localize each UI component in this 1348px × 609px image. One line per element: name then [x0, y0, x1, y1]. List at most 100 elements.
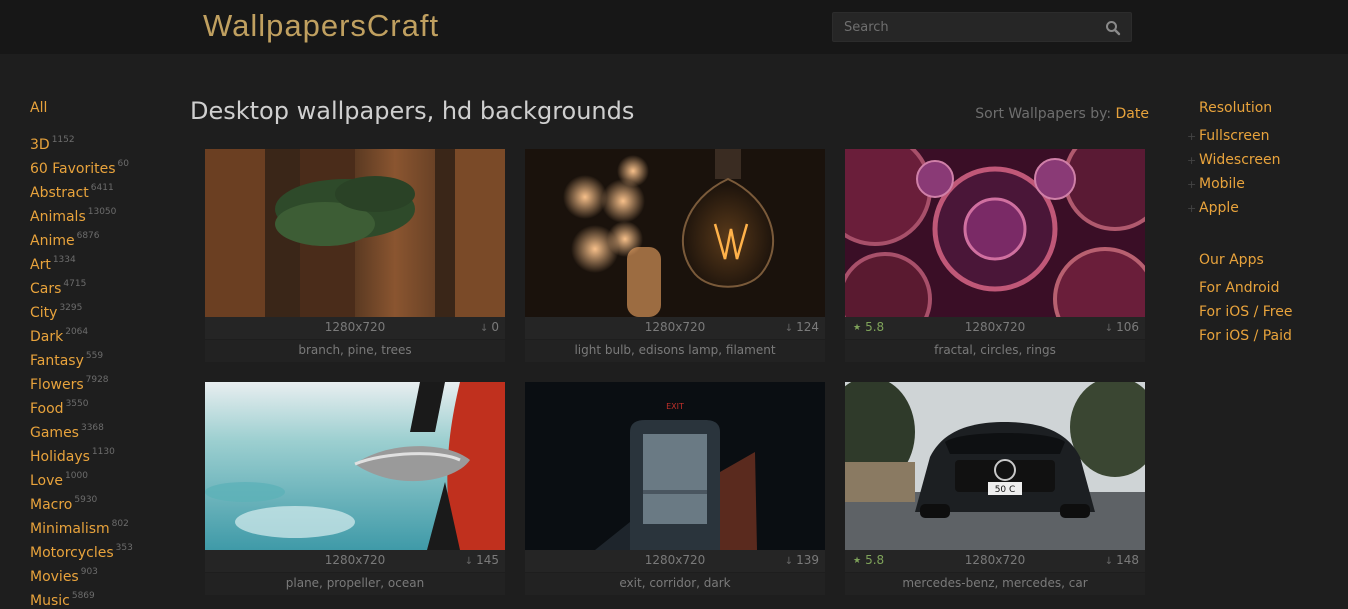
category-label[interactable]: Minimalism: [30, 521, 110, 537]
resolution-link[interactable]: Widescreen: [1199, 152, 1280, 168]
download-icon: ↓: [784, 556, 794, 567]
wallpaper-resolution[interactable]: 1280x720: [845, 320, 1145, 334]
wallpaper-resolution[interactable]: 1280x720: [845, 553, 1145, 567]
resolution-item[interactable]: + Fullscreen: [1187, 124, 1337, 148]
category-count: 3295: [59, 303, 83, 313]
category-sidebar: All 3D 1152 60 Favorites 60 Abstract 6411 A…: [30, 98, 180, 609]
site-logo[interactable]: WallpapersCraft: [203, 8, 439, 44]
plus-icon[interactable]: +: [1187, 197, 1199, 221]
light-bulb-photo[interactable]: [525, 149, 825, 317]
category-label[interactable]: Abstract: [30, 185, 89, 201]
category-count: 4715: [63, 279, 87, 289]
wallpaper-card[interactable]: 1280x720 ↓ 0 branch, pine, trees: [205, 149, 505, 362]
category-item[interactable]: Minimalism 802: [30, 512, 180, 537]
plus-icon[interactable]: +: [1187, 173, 1199, 197]
category-item[interactable]: Macro 5930: [30, 488, 180, 513]
wallpaper-tags[interactable]: exit, corridor, dark: [525, 573, 825, 595]
search-icon[interactable]: [1105, 20, 1121, 36]
category-item[interactable]: Fantasy 559: [30, 344, 180, 369]
category-item[interactable]: Abstract 6411: [30, 176, 180, 201]
wallpaper-tags[interactable]: fractal, circles, rings: [845, 340, 1145, 362]
resolution-item[interactable]: + Apple: [1187, 196, 1337, 220]
wallpaper-card[interactable]: 1280x720 ↓ 145 plane, propeller, ocean: [205, 382, 505, 595]
wallpaper-card[interactable]: 1280x720 ↓ 124 light bulb, edisons lamp, …: [525, 149, 825, 362]
category-label[interactable]: Art: [30, 257, 51, 273]
category-label[interactable]: Dark: [30, 329, 63, 345]
category-label[interactable]: Cars: [30, 281, 61, 297]
category-label[interactable]: 60 Favorites: [30, 161, 116, 177]
wallpaper-card[interactable]: EXIT 1280x720 ↓ 139 exit, corridor, dark: [525, 382, 825, 595]
wallpaper-tags[interactable]: mercedes-benz, mercedes, car: [845, 573, 1145, 595]
category-item[interactable]: Flowers 7928: [30, 368, 180, 393]
category-item[interactable]: 3D 1152: [30, 128, 180, 153]
category-item[interactable]: Art 1334: [30, 248, 180, 273]
pine-branch-photo[interactable]: [205, 149, 505, 317]
app-link-ios-free[interactable]: For iOS / Free: [1199, 300, 1337, 324]
wallpaper-tags[interactable]: plane, propeller, ocean: [205, 573, 505, 595]
category-all[interactable]: All: [30, 98, 180, 122]
download-icon: ↓: [479, 323, 489, 334]
wallpaper-info: 1280x720 ↓ 139: [525, 550, 825, 572]
category-label[interactable]: Macro: [30, 497, 72, 513]
resolution-link[interactable]: Fullscreen: [1199, 128, 1269, 144]
category-label[interactable]: Animals: [30, 209, 86, 225]
category-item[interactable]: Cars 4715: [30, 272, 180, 297]
category-label[interactable]: 3D: [30, 137, 50, 153]
wallpaper-resolution[interactable]: 1280x720: [525, 320, 825, 334]
resolution-link[interactable]: Apple: [1199, 200, 1239, 216]
download-number: 139: [796, 553, 819, 567]
wallpaper-resolution[interactable]: 1280x720: [205, 553, 505, 567]
category-count: 3550: [65, 399, 89, 409]
resolution-link[interactable]: Mobile: [1199, 176, 1245, 192]
category-item[interactable]: Games 3368: [30, 416, 180, 441]
wallpaper-tags[interactable]: branch, pine, trees: [205, 340, 505, 362]
category-label[interactable]: Flowers: [30, 377, 84, 393]
category-count: 60: [117, 159, 129, 169]
category-label[interactable]: Anime: [30, 233, 75, 249]
category-item[interactable]: Anime 6876: [30, 224, 180, 249]
resolution-heading[interactable]: Resolution: [1199, 98, 1337, 118]
category-label[interactable]: Love: [30, 473, 63, 489]
wallpaper-tags[interactable]: light bulb, edisons lamp, filament: [525, 340, 825, 362]
plus-icon[interactable]: +: [1187, 125, 1199, 149]
resolution-item[interactable]: + Widescreen: [1187, 148, 1337, 172]
wallpaper-resolution[interactable]: 1280x720: [205, 320, 505, 334]
category-item[interactable]: City 3295: [30, 296, 180, 321]
mercedes-car-photo[interactable]: 50 C: [845, 382, 1145, 550]
app-link-ios-paid[interactable]: For iOS / Paid: [1199, 324, 1337, 348]
category-item[interactable]: Motorcycles 353: [30, 536, 180, 561]
category-item[interactable]: Animals 13050: [30, 200, 180, 225]
category-item[interactable]: Movies 903: [30, 560, 180, 585]
exit-corridor-photo[interactable]: EXIT: [525, 382, 825, 550]
sort-value-link[interactable]: Date: [1116, 106, 1149, 122]
category-label[interactable]: City: [30, 305, 57, 321]
resolution-item[interactable]: + Mobile: [1187, 172, 1337, 196]
search-input[interactable]: [833, 13, 1101, 41]
category-item[interactable]: Love 1000: [30, 464, 180, 489]
plane-propeller-photo[interactable]: [205, 382, 505, 550]
category-label[interactable]: Holidays: [30, 449, 90, 465]
category-item[interactable]: Food 3550: [30, 392, 180, 417]
category-item[interactable]: Dark 2064: [30, 320, 180, 345]
category-label[interactable]: Games: [30, 425, 79, 441]
category-label[interactable]: Motorcycles: [30, 545, 114, 561]
wallpaper-resolution[interactable]: 1280x720: [525, 553, 825, 567]
category-item[interactable]: Holidays 1130: [30, 440, 180, 465]
category-label[interactable]: Movies: [30, 569, 79, 585]
wallpaper-card[interactable]: 50 C ★ 5.8 1280x720 ↓ 148 mercedes-benz, m…: [845, 382, 1145, 595]
download-count: ↓ 145: [465, 553, 499, 567]
download-number: 148: [1116, 553, 1139, 567]
category-label[interactable]: Music: [30, 593, 70, 609]
download-count: ↓ 0: [480, 320, 499, 334]
download-number: 145: [476, 553, 499, 567]
download-number: 124: [796, 320, 819, 334]
wallpaper-card[interactable]: ★ 5.8 1280x720 ↓ 106 fractal, circles, rin…: [845, 149, 1145, 362]
category-item[interactable]: Music 5869: [30, 584, 180, 609]
category-label[interactable]: Food: [30, 401, 64, 417]
category-item[interactable]: 60 Favorites 60: [30, 152, 180, 177]
plus-icon[interactable]: +: [1187, 149, 1199, 173]
category-count: 353: [115, 543, 133, 553]
category-label[interactable]: Fantasy: [30, 353, 84, 369]
app-link-android[interactable]: For Android: [1199, 276, 1337, 300]
fractal-photo[interactable]: [845, 149, 1145, 317]
